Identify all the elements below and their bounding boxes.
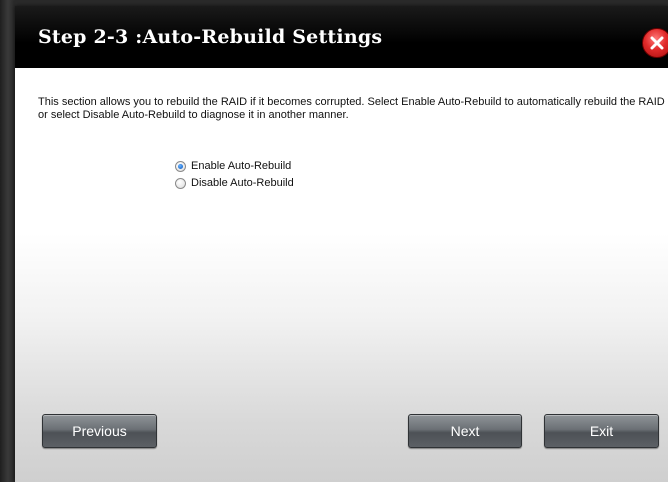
next-button[interactable]: Next — [408, 414, 522, 448]
enable-auto-rebuild-option[interactable]: Enable Auto-Rebuild — [175, 160, 291, 172]
previous-button-label: Previous — [72, 423, 127, 439]
close-button[interactable] — [642, 28, 668, 58]
dialog-titlebar: Step 2-3 :Auto-Rebuild Settings — [15, 6, 668, 68]
enable-auto-rebuild-label: Enable Auto-Rebuild — [191, 160, 292, 172]
previous-button[interactable]: Previous — [42, 414, 157, 448]
disable-auto-rebuild-option[interactable]: Disable Auto-Rebuild — [175, 177, 294, 189]
dialog-title: Step 2-3 :Auto-Rebuild Settings — [38, 26, 383, 48]
auto-rebuild-dialog: Step 2-3 :Auto-Rebuild Settings This sec… — [15, 6, 668, 482]
enable-auto-rebuild-radio[interactable] — [175, 160, 186, 172]
disable-auto-rebuild-label: Disable Auto-Rebuild — [191, 177, 294, 189]
section-description: This section allows you to rebuild the R… — [38, 96, 665, 121]
exit-button-label: Exit — [589, 423, 614, 439]
next-button-label: Next — [450, 423, 480, 439]
disable-auto-rebuild-radio[interactable] — [175, 177, 186, 189]
close-icon — [650, 36, 664, 50]
exit-button[interactable]: Exit — [544, 414, 659, 448]
